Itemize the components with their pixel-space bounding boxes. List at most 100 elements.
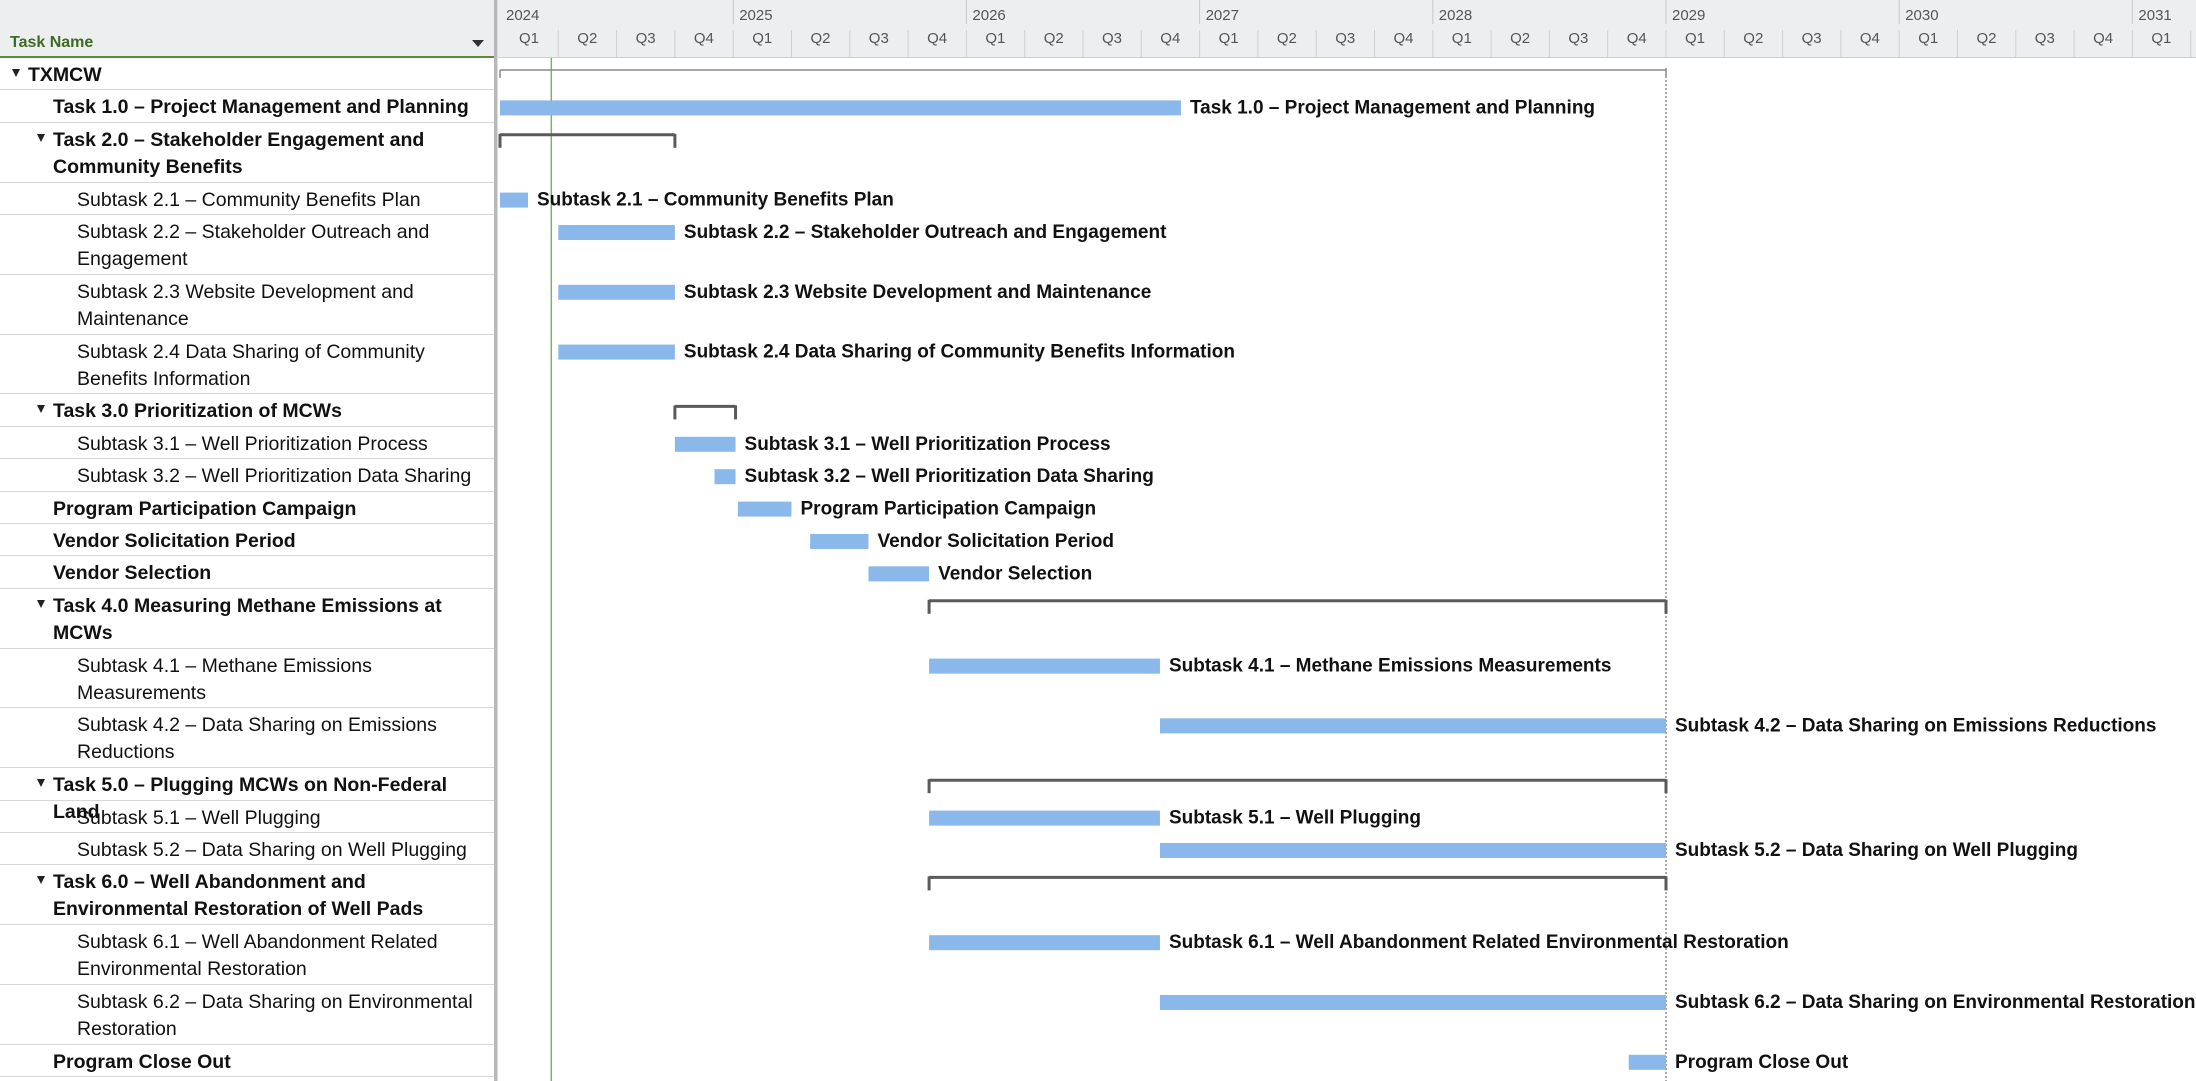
task-bar	[929, 810, 1160, 826]
task-row[interactable]: Subtask 2.2 – Stakeholder Outreach and En…	[0, 215, 494, 275]
collapse-toggle-icon[interactable]	[37, 405, 45, 414]
task-bar	[558, 225, 675, 240]
task-bar-label: Subtask 4.1 – Methane Emissions Measurem…	[1169, 656, 1611, 677]
task-bar	[1159, 718, 1666, 734]
quarter-tick-label: Q1	[752, 30, 772, 47]
task-row[interactable]: Subtask 5.1 – Well Plugging	[0, 801, 494, 833]
task-bar-label: Program Participation Campaign	[801, 499, 1097, 520]
quarter-tick-label: Q3	[636, 30, 656, 47]
quarter-tick-label: Q2	[1976, 30, 1996, 47]
quarter-tick-label: Q2	[1044, 30, 1064, 47]
task-row[interactable]: Subtask 4.1 – Methane Emissions Measureme…	[0, 649, 494, 709]
year-tick-label: 2029	[1672, 7, 1705, 24]
year-tick-label: 2027	[1206, 7, 1239, 24]
task-row[interactable]: Subtask 2.1 – Community Benefits Plan	[0, 183, 494, 215]
task-row[interactable]: Subtask 6.1 – Well Abandonment Related En…	[0, 925, 494, 985]
collapse-toggle-icon[interactable]	[37, 779, 45, 788]
task-bar	[1159, 843, 1666, 858]
collapse-toggle-icon[interactable]	[12, 69, 20, 77]
task-bar	[737, 501, 792, 517]
column-dropdown-icon[interactable]	[472, 40, 484, 47]
task-name: Program Participation Campaign	[53, 497, 357, 520]
quarter-tick-label: Q2	[1510, 30, 1530, 47]
quarter-tick-label: Q3	[2035, 30, 2055, 47]
task-row[interactable]: Subtask 6.2 – Data Sharing on Environmen…	[0, 985, 494, 1045]
task-name-line: Subtask 6.1 – Well Abandonment Related	[77, 931, 438, 954]
task-row[interactable]: Subtask 5.2 – Data Sharing on Well Plugg…	[0, 833, 494, 866]
quarter-tick-label: Q1	[1219, 30, 1239, 47]
task-name: Subtask 4.2 – Data Sharing on Emissions R…	[77, 712, 490, 766]
task-row[interactable]: Vendor Solicitation Period	[0, 524, 494, 557]
task-row[interactable]: Subtask 3.1 – Well Prioritization Proces…	[0, 427, 494, 460]
task-row[interactable]: Subtask 4.2 – Data Sharing on Emissions R…	[0, 708, 494, 769]
task-name: Subtask 6.1 – Well Abandonment Related En…	[77, 929, 490, 983]
task-name: Subtask 3.2 – Well Prioritization Data S…	[77, 465, 472, 488]
task-name: Subtask 2.4 Data Sharing of Community Ben…	[77, 339, 490, 393]
grid-header[interactable]: Task Name	[0, 0, 494, 58]
task-bar-label: Subtask 3.1 – Well Prioritization Proces…	[745, 434, 1111, 455]
year-tick-label: 2031	[2138, 7, 2171, 24]
task-name: Task 4.0 Measuring Methane Emissions at M…	[53, 593, 490, 647]
task-bar	[558, 284, 675, 300]
task-bar-label: Subtask 5.2 – Data Sharing on Well Plugg…	[1675, 840, 2078, 861]
task-bar-label: Vendor Solicitation Period	[877, 531, 1113, 552]
year-tick-label: 2028	[1439, 7, 1472, 24]
year-tick-label: 2026	[972, 7, 1005, 24]
task-row[interactable]: Task 3.0 Prioritization of MCWs	[0, 394, 494, 427]
quarter-tick-label: Q3	[1335, 30, 1355, 47]
task-row[interactable]: Subtask 3.2 – Well Prioritization Data S…	[0, 459, 494, 492]
task-name-line: Environmental Restoration	[77, 958, 307, 981]
year-tick-label: 2030	[1905, 7, 1938, 24]
task-name-line: Task 4.0 Measuring Methane Emissions at	[53, 594, 442, 617]
task-row[interactable]: Subtask 2.4 Data Sharing of Community Ben…	[0, 335, 494, 395]
task-name-line: Engagement	[77, 248, 188, 270]
task-bar	[1159, 995, 1666, 1010]
quarter-tick-label: Q4	[1860, 30, 1880, 47]
task-name: Subtask 2.1 – Community Benefits Plan	[77, 188, 421, 211]
collapse-toggle-icon[interactable]	[37, 599, 45, 608]
quarter-tick-label: Q3	[869, 30, 889, 47]
task-row[interactable]: Task 4.0 Measuring Methane Emissions at M…	[0, 589, 494, 649]
task-row[interactable]: TXMCW	[0, 58, 494, 91]
collapse-toggle-icon[interactable]	[37, 133, 45, 142]
task-row[interactable]: Task 1.0 – Project Management and Planni…	[0, 90, 494, 123]
collapse-toggle-icon[interactable]	[37, 876, 45, 885]
quarter-tick-label: Q1	[1685, 30, 1705, 47]
task-row[interactable]: Task 5.0 – Plugging MCWs on Non-Federal …	[0, 768, 494, 823]
quarter-tick-label: Q1	[2151, 30, 2171, 47]
task-name-line: MCWs	[53, 621, 113, 644]
task-name: Subtask 5.1 – Well Plugging	[77, 806, 321, 829]
gantt-chart: 2024 Q1 Q2 Q3 Q4 2025 Q1 Q2 Q3 Q4 2026 Q1 Q2 Q3 Q4 2027…	[498, 0, 2196, 1081]
task-name-line: Task 6.0 – Well Abandonment and	[53, 871, 366, 894]
task-bar-label: Subtask 3.2 – Well Prioritization Data S…	[745, 466, 1154, 487]
quarter-tick-label: Q4	[1627, 30, 1647, 47]
task-bar-label: Subtask 6.1 – Well Abandonment Related E…	[1169, 932, 1789, 953]
quarter-tick-label: Q4	[927, 30, 947, 47]
task-row[interactable]: Task 6.0 – Well Abandonment and Environme…	[0, 865, 494, 926]
task-name: Subtask 5.2 – Data Sharing on Well Plugg…	[77, 839, 467, 861]
task-row[interactable]: Program Close Out	[0, 1045, 494, 1078]
task-bar-label: Subtask 2.2 – Stakeholder Outreach and E…	[684, 222, 1167, 243]
task-name-line: Measurements	[77, 681, 206, 704]
quarter-tick-label: Q3	[1102, 30, 1122, 47]
gantt-chart-pane: 2024 Q1 Q2 Q3 Q4 2025 Q1 Q2 Q3 Q4 2026 Q1 Q2 Q3 Q4 2027…	[498, 0, 2196, 1081]
task-bar-label: Subtask 4.2 – Data Sharing on Emissions …	[1675, 715, 2156, 736]
task-row[interactable]: Vendor Selection	[0, 556, 494, 589]
task-row[interactable]: Subtask 2.3 Website Development and Maint…	[0, 275, 494, 335]
task-bar-label: Program Close Out	[1675, 1052, 1849, 1073]
quarter-tick-label: Q2	[1277, 30, 1297, 47]
task-row[interactable]: Program Participation Campaign	[0, 492, 494, 524]
column-header-task-name[interactable]: Task Name	[10, 34, 93, 52]
quarter-tick-label: Q3	[1802, 30, 1822, 47]
quarter-tick-label: Q4	[694, 30, 714, 47]
quarter-tick-label: Q2	[810, 30, 830, 47]
task-name: Program Close Out	[53, 1050, 231, 1073]
task-bar	[500, 192, 528, 208]
task-name-line: Restoration	[77, 1018, 177, 1040]
task-name: Subtask 6.2 – Data Sharing on Environmen…	[77, 989, 490, 1043]
task-bar	[810, 534, 869, 549]
task-bar-label: Subtask 2.1 – Community Benefits Plan	[537, 190, 894, 211]
task-bar-label: Vendor Selection	[938, 563, 1092, 584]
quarter-tick-label: Q2	[1743, 30, 1763, 47]
task-row[interactable]: Task 2.0 – Stakeholder Engagement and Com…	[0, 123, 494, 183]
